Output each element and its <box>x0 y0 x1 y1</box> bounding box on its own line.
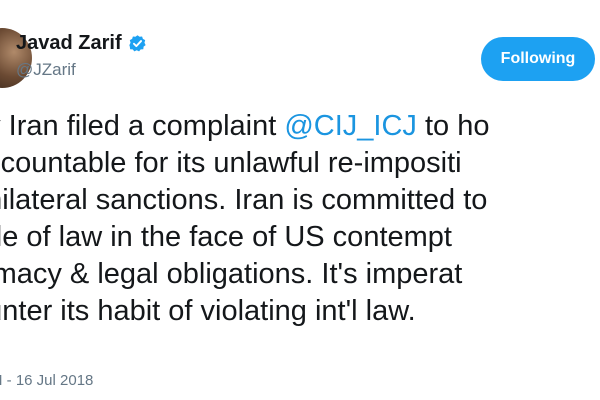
tweet-card: Javad Zarif @JZarif Following ay Iran fi… <box>0 0 600 400</box>
tweet-line: ounter its habit of violating int'l law. <box>0 293 600 330</box>
author-display-name[interactable]: Javad Zarif <box>16 32 122 55</box>
tweet-text: ay Iran filed a complaint @CIJ_ICJ to ho… <box>0 108 600 330</box>
tweet-text-segment: lomacy & legal obligations. It's imperat <box>0 258 463 290</box>
tweet-line: ay Iran filed a complaint @CIJ_ICJ to ho <box>0 108 600 145</box>
tweet-text-segment: rule of law in the face of US contempt <box>0 221 452 253</box>
tweet-line: accountable for its unlawful re-impositi <box>0 145 600 182</box>
tweet-text-segment: unilateral sanctions. Iran is committed … <box>0 184 488 216</box>
tweet-timestamp[interactable]: M - 16 Jul 2018 <box>0 372 93 389</box>
tweet-text-segment: ounter its habit of violating int'l law. <box>0 295 416 327</box>
tweet-line: rule of law in the face of US contempt <box>0 219 600 256</box>
tweet-text-segment: ay Iran filed a complaint <box>0 110 285 142</box>
following-button[interactable]: Following <box>481 37 595 81</box>
tweet-line: unilateral sanctions. Iran is committed … <box>0 182 600 219</box>
tweet-text-segment: to ho <box>416 110 490 142</box>
author-handle[interactable]: @JZarif <box>16 60 76 80</box>
author-row: Javad Zarif <box>16 30 147 56</box>
mention-link[interactable]: @CIJ_ICJ <box>284 110 417 142</box>
tweet-text-segment: accountable for its unlawful re-impositi <box>0 147 462 179</box>
verified-badge-icon <box>128 34 147 53</box>
tweet-line: lomacy & legal obligations. It's imperat <box>0 256 600 293</box>
